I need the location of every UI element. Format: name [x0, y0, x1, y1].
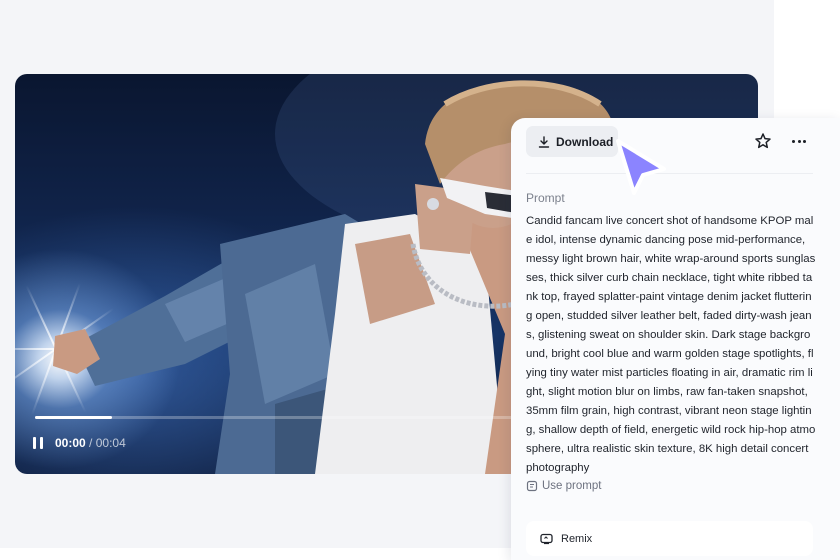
remix-label: Remix — [561, 532, 593, 545]
prompt-heading: Prompt — [526, 191, 565, 205]
download-button[interactable]: Download — [526, 126, 618, 157]
details-panel: Download Prompt Candid fancam live conce… — [511, 118, 840, 560]
current-time: 00:00 — [55, 436, 86, 450]
progress-fill — [35, 416, 113, 419]
time-separator: / — [89, 436, 93, 450]
document-icon — [526, 480, 538, 492]
use-prompt-label: Use prompt — [542, 480, 602, 492]
download-label: Download — [556, 134, 614, 149]
star-icon[interactable] — [754, 132, 772, 150]
remix-icon — [540, 533, 553, 544]
more-horizontal-icon[interactable] — [789, 132, 809, 150]
prompt-text: Candid fancam live concert shot of hands… — [526, 215, 816, 474]
pointer-cursor-icon — [616, 139, 666, 195]
total-time: 00:04 — [95, 436, 126, 450]
pause-icon[interactable] — [33, 437, 47, 449]
player-controls: 00:00 / 00:04 — [33, 436, 126, 450]
use-prompt-button[interactable]: Use prompt — [526, 480, 601, 492]
remix-button[interactable]: Remix — [526, 521, 813, 556]
download-icon — [538, 135, 550, 148]
